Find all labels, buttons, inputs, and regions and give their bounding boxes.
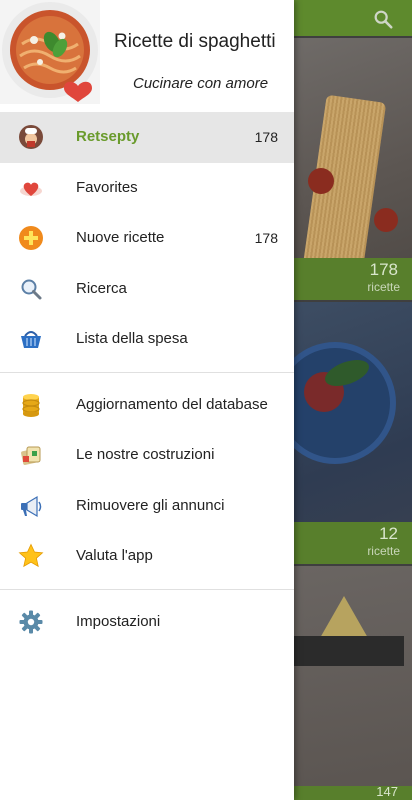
menu-item-label: Le nostre costruzioni <box>76 446 215 463</box>
spaghetti-plate-logo <box>0 0 100 104</box>
recipe-card[interactable]: 12 ricette <box>294 302 412 564</box>
megaphone-icon <box>21 495 42 517</box>
divider <box>0 588 294 590</box>
card-caption: 178 ricette <box>294 258 412 300</box>
menu-item-label: Rimuovere gli annunci <box>76 496 225 514</box>
chef-icon <box>19 125 43 149</box>
card-count: 12 <box>379 524 398 543</box>
menu-item-label: Favorites <box>76 178 138 196</box>
card-count: 147 <box>376 784 398 799</box>
recipe-card[interactable]: 147 <box>294 566 412 800</box>
recipe-card[interactable]: 178 ricette <box>294 38 412 300</box>
plus-circle-icon <box>19 226 43 250</box>
card-caption: 12 ricette <box>294 522 412 564</box>
menu-item-label: Ricerca <box>76 279 127 297</box>
card-label: ricette <box>367 280 400 294</box>
menu-item-label: Retsepty <box>76 128 140 145</box>
database-icon <box>22 393 40 417</box>
menu-item-count: 178 <box>254 230 278 246</box>
menu-item-nuove-ricette[interactable]: Nuove ricette 178 <box>0 213 294 264</box>
card-label: ricette <box>367 544 400 558</box>
menu-item-label: Valuta l'app <box>76 547 153 564</box>
divider <box>0 371 294 373</box>
menu-item-label: Nuove ricette <box>76 229 165 246</box>
card-count: 178 <box>369 260 398 279</box>
menu-item-valuta-app[interactable]: Valuta l'app <box>0 531 294 582</box>
search-icon[interactable] <box>372 8 394 30</box>
menu-item-retsepty[interactable]: Retsepty 178 <box>0 112 294 163</box>
board-decoration <box>294 636 404 666</box>
card-caption: 147 <box>294 784 412 800</box>
menu-item-label: Lista della spesa <box>76 330 188 347</box>
menu-section-settings: Impostazioni <box>0 597 294 648</box>
menu-item-ricerca[interactable]: Ricerca <box>0 264 294 315</box>
menu-item-nostre-costruzioni[interactable]: Le nostre costruzioni <box>0 430 294 481</box>
menu-item-aggiornamento-database[interactable]: Aggiornamento del database <box>0 380 294 431</box>
app-subtitle: Cucinare con amore <box>133 75 269 92</box>
menu-item-rimuovere-annunci[interactable]: Rimuovere gli annunci <box>0 481 294 532</box>
search-icon <box>21 279 42 299</box>
tomato-decoration <box>374 208 398 232</box>
gear-icon <box>19 610 43 633</box>
menu-item-label: Impostazioni <box>76 612 161 630</box>
menu-item-label: Aggiornamento del database <box>76 395 268 413</box>
app-title: Ricette di spaghetti <box>114 31 276 52</box>
menu-item-favorites[interactable]: Favorites <box>0 163 294 214</box>
basket-icon <box>21 331 41 348</box>
navigation-drawer: Ricette di spaghetti Cucinare con amore … <box>0 0 294 800</box>
drawer-header: Ricette di spaghetti Cucinare con amore <box>0 0 294 112</box>
menu-section-extras: Aggiornamento del database Le nostre cos… <box>0 380 294 582</box>
heart-icon <box>20 182 42 196</box>
star-icon <box>18 543 44 568</box>
menu-item-impostazioni[interactable]: Impostazioni <box>0 597 294 648</box>
apps-icon <box>21 446 41 465</box>
menu-item-count: 178 <box>254 129 278 145</box>
menu-item-lista-spesa[interactable]: Lista della spesa <box>0 314 294 365</box>
tomato-decoration <box>308 168 334 194</box>
menu-section-main: Retsepty 178 Favorites Nuove ricette 178 <box>0 112 294 365</box>
